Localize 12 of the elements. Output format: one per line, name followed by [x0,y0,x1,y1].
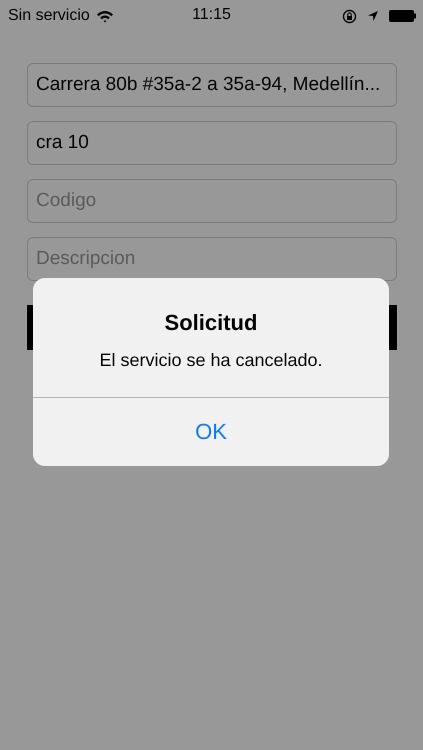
carrier-name: Sin servicio [8,7,90,25]
location-arrow-icon [367,10,379,22]
wifi-icon [96,10,114,22]
alert-message: El servicio se ha cancelado. [98,350,324,371]
clock-time: 11:15 [191,6,232,24]
battery-icon [389,10,417,22]
input-field[interactable]: Carrera 80b #35a-2 a 35a-94, Medellín... [27,63,397,107]
input-field[interactable]: cra 10 [27,121,397,165]
ok-button[interactable]: OK [33,398,389,466]
input-field[interactable]: Codigo [27,179,397,223]
alert-title: Solicitud [164,310,258,336]
rotation-lock-icon [342,8,357,24]
